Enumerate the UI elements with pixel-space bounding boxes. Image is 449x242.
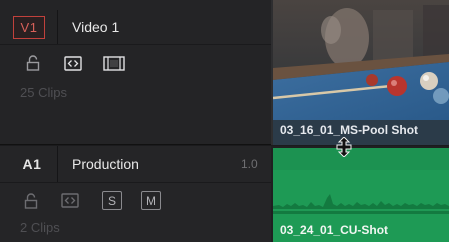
vertical-resize-cursor-icon <box>336 137 352 157</box>
timeline-panel: V1 Video 1 25 Clips A1 Production 1.0 S … <box>0 0 449 242</box>
header-separator <box>57 146 58 182</box>
video-clip[interactable]: 03_16_01_MS-Pool Shot <box>273 0 449 145</box>
video-clip-thumbnail <box>273 0 449 120</box>
mute-button[interactable]: M <box>141 191 161 210</box>
header-separator <box>57 10 58 45</box>
audio-clip[interactable]: 03_24_01_CU-Shot <box>273 148 449 242</box>
auto-select-icon[interactable] <box>64 56 82 71</box>
header-divider <box>0 182 271 183</box>
auto-select-icon[interactable] <box>61 193 79 208</box>
video-clip-count: 25 Clips <box>20 85 67 100</box>
audio-track-level: 1.0 <box>241 157 258 171</box>
lock-icon[interactable] <box>24 193 38 209</box>
header-divider <box>0 44 271 45</box>
film-strip-icon[interactable] <box>103 56 125 71</box>
audio-track-id[interactable]: A1 <box>17 155 47 173</box>
video-track-id[interactable]: V1 <box>13 16 45 39</box>
audio-clip-name: 03_24_01_CU-Shot <box>280 223 389 237</box>
lock-icon[interactable] <box>26 55 40 71</box>
audio-track-name[interactable]: Production <box>72 156 139 172</box>
video-track-name[interactable]: Video 1 <box>72 19 119 35</box>
audio-clip-count: 2 Clips <box>20 220 60 235</box>
video-clip-name: 03_16_01_MS-Pool Shot <box>280 123 419 137</box>
solo-button[interactable]: S <box>102 191 122 210</box>
